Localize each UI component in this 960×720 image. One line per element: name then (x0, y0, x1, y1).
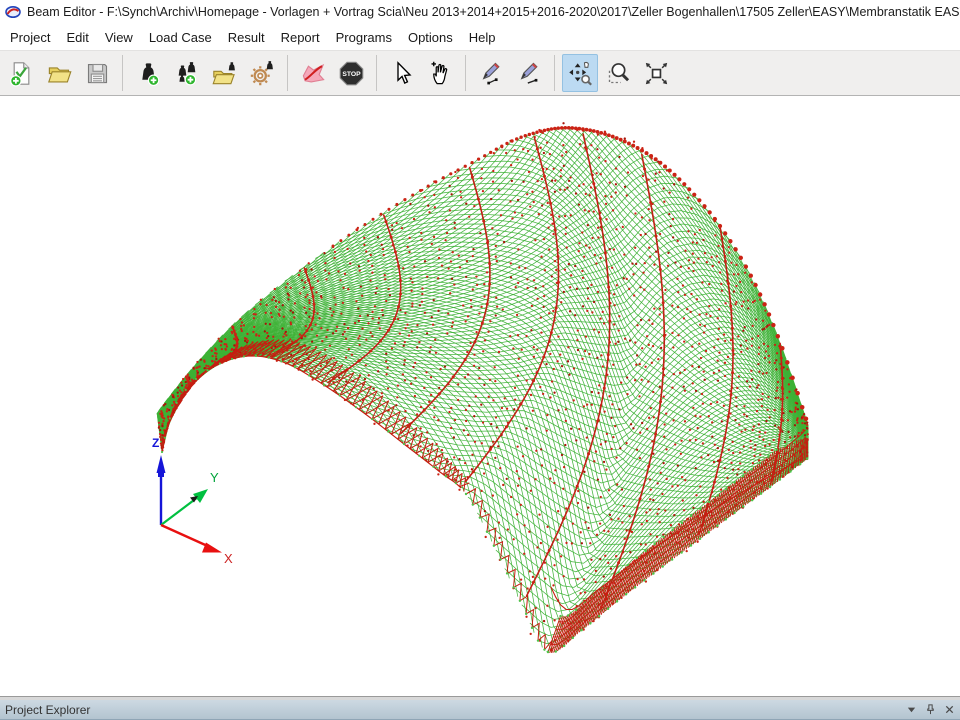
select-tool-button[interactable] (384, 54, 420, 92)
add-load-case-button[interactable] (130, 54, 166, 92)
toolbar-separator (122, 55, 123, 91)
cursor-arrow-icon (389, 60, 416, 87)
pan-hand-icon (427, 60, 454, 87)
close-panel-button[interactable] (941, 702, 957, 717)
membrane-tool-button[interactable] (295, 54, 331, 92)
orbit-zoom-tool-button[interactable] (562, 54, 598, 92)
weights-plus-icon (173, 60, 200, 87)
membrane-mesh-canvas[interactable] (0, 97, 960, 696)
zoom-window-tool-button[interactable] (600, 54, 636, 92)
pencil-line-icon (516, 60, 543, 87)
pin-icon (925, 704, 936, 715)
menu-item-options[interactable]: Options (400, 27, 461, 48)
toolbar: STOP (0, 50, 960, 96)
open-project-button[interactable] (41, 54, 77, 92)
toolbar-separator (287, 55, 288, 91)
menu-item-load-case[interactable]: Load Case (141, 27, 220, 48)
open-load-case-button[interactable] (206, 54, 242, 92)
menu-bar: Project Edit View Load Case Result Repor… (0, 24, 960, 50)
orbit-navigate-icon (567, 60, 594, 87)
beam-editor-window: Beam Editor - F:\Synch\Archiv\Homepage -… (0, 0, 960, 720)
new-project-button[interactable] (3, 54, 39, 92)
menu-item-result[interactable]: Result (220, 27, 273, 48)
add-load-cases-button[interactable] (168, 54, 204, 92)
window-title: Beam Editor - F:\Synch\Archiv\Homepage -… (27, 5, 960, 19)
save-project-button[interactable] (79, 54, 115, 92)
svg-text:STOP: STOP (342, 70, 361, 77)
stop-calculation-button[interactable]: STOP (333, 54, 369, 92)
menu-item-help[interactable]: Help (461, 27, 504, 48)
panel-title: Project Explorer (0, 703, 903, 717)
menu-item-project[interactable]: Project (2, 27, 58, 48)
model-viewport[interactable]: Z Y X (0, 97, 960, 696)
chevron-down-icon (906, 704, 917, 715)
pan-tool-button[interactable] (422, 54, 458, 92)
load-case-settings-button[interactable] (244, 54, 280, 92)
toolbar-separator (376, 55, 377, 91)
zoom-extents-icon (643, 60, 670, 87)
stop-sign-icon: STOP (338, 60, 365, 87)
pencil-polyline-icon (478, 60, 505, 87)
zoom-window-icon (605, 60, 632, 87)
pin-panel-button[interactable] (922, 702, 938, 717)
menu-item-edit[interactable]: Edit (58, 27, 96, 48)
menu-item-report[interactable]: Report (273, 27, 328, 48)
new-document-icon (8, 60, 35, 87)
menu-item-view[interactable]: View (97, 27, 141, 48)
close-icon (944, 704, 955, 715)
toolbar-separator (465, 55, 466, 91)
save-floppy-icon (84, 60, 111, 87)
menu-item-programs[interactable]: Programs (328, 27, 400, 48)
zoom-extents-tool-button[interactable] (638, 54, 674, 92)
draw-line-button[interactable] (511, 54, 547, 92)
gear-weight-icon (249, 60, 276, 87)
folder-weight-icon (211, 60, 238, 87)
title-bar[interactable]: Beam Editor - F:\Synch\Archiv\Homepage -… (0, 0, 960, 24)
weight-plus-icon (135, 60, 162, 87)
membrane-patch-icon (300, 60, 327, 87)
project-explorer-header: Project Explorer (0, 700, 960, 720)
toolbar-separator (554, 55, 555, 91)
app-logo-icon (5, 4, 21, 20)
draw-polyline-button[interactable] (473, 54, 509, 92)
open-folder-icon (46, 60, 73, 87)
panel-menu-button[interactable] (903, 702, 919, 717)
